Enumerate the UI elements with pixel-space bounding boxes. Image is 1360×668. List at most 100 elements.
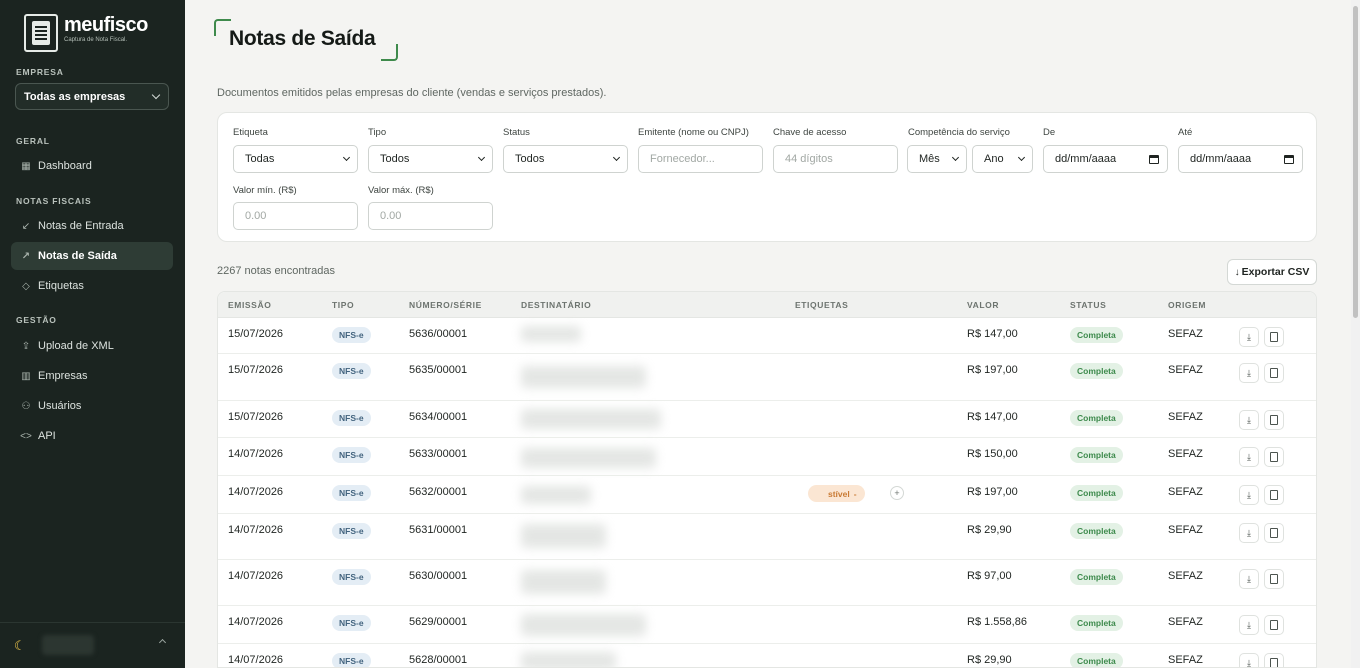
download-arrow-icon: ↓ [1234, 266, 1240, 278]
cell-origem: SEFAZ [1168, 448, 1203, 460]
download-button[interactable]: ⤓ [1239, 653, 1259, 667]
section-label-geral: GERAL [16, 136, 50, 146]
remove-tag-button[interactable]: - [854, 489, 857, 499]
sidebar-item-label: Notas de Entrada [38, 220, 124, 232]
sidebar-item-label: Empresas [38, 370, 88, 382]
sidebar-item-dashboard[interactable]: ▦ Dashboard [11, 152, 173, 180]
download-button[interactable]: ⤓ [1239, 615, 1259, 635]
user-menu[interactable]: ☾ [0, 622, 185, 668]
calendar-icon[interactable] [1284, 154, 1294, 164]
download-button[interactable]: ⤓ [1239, 410, 1259, 430]
document-icon [1270, 528, 1278, 538]
table-row[interactable]: 14/07/2026 NFS-e 5628/00001 R$ 29,90 Com… [218, 644, 1316, 667]
date-from-input[interactable]: dd/mm/aaaa [1043, 145, 1168, 173]
column-header-emissao[interactable]: EMISSÃO [228, 300, 271, 310]
cell-numero: 5632/00001 [409, 486, 468, 498]
table-row[interactable]: 15/07/2026 NFS-e 5635/00001 R$ 197,00 Co… [218, 354, 1316, 401]
select-value: Todas [245, 153, 275, 165]
download-button[interactable]: ⤓ [1239, 363, 1259, 383]
document-icon [1270, 490, 1278, 500]
page-title: Notas de Saída [229, 27, 376, 50]
date-placeholder: dd/mm/aaaa [1055, 153, 1117, 165]
status-badge: Completa [1070, 615, 1123, 631]
view-document-button[interactable] [1264, 410, 1284, 430]
view-document-button[interactable] [1264, 615, 1284, 635]
sidebar-item-upload-xml[interactable]: ⇪ Upload de XML [11, 332, 173, 360]
download-button[interactable]: ⤓ [1239, 523, 1259, 543]
brand-logo[interactable]: meufisco Captura de Nota Fiscal. [24, 14, 148, 52]
filter-status-select[interactable]: Todos [503, 145, 628, 173]
download-button[interactable]: ⤓ [1239, 447, 1259, 467]
sidebar-item-usuarios[interactable]: ⚇ Usuários [11, 392, 173, 420]
sidebar-item-empresas[interactable]: ▥ Empresas [11, 362, 173, 390]
select-value: Todos [380, 153, 410, 165]
export-csv-button[interactable]: ↓ Exportar CSV [1227, 259, 1317, 285]
chevron-up-icon[interactable] [158, 638, 167, 647]
cell-numero: 5629/00001 [409, 616, 468, 628]
view-document-button[interactable] [1264, 569, 1284, 589]
column-header-origem[interactable]: ORIGEM [1168, 300, 1206, 310]
download-button[interactable]: ⤓ [1239, 569, 1259, 589]
export-csv-label: Exportar CSV [1241, 266, 1310, 278]
sidebar-item-notas-entrada[interactable]: ↙ Notas de Entrada [11, 212, 173, 240]
table-row[interactable]: 14/07/2026 NFS-e 5629/00001 R$ 1.558,86 … [218, 606, 1316, 644]
view-document-button[interactable] [1264, 653, 1284, 667]
sidebar-item-label: Etiquetas [38, 280, 84, 292]
emitente-input[interactable]: Fornecedor... [638, 145, 763, 173]
download-button[interactable]: ⤓ [1239, 327, 1259, 347]
column-header-status[interactable]: STATUS [1070, 300, 1106, 310]
destinatario-redacted [521, 570, 606, 594]
table-row[interactable]: 14/07/2026 NFS-e 5633/00001 R$ 150,00 Co… [218, 438, 1316, 476]
download-button[interactable]: ⤓ [1239, 485, 1259, 505]
valor-max-input[interactable]: 0.00 [368, 202, 493, 230]
arrow-up-right-icon: ↗ [21, 250, 31, 262]
chevron-down-icon [1017, 153, 1026, 162]
view-document-button[interactable] [1264, 447, 1284, 467]
avatar [42, 635, 94, 655]
company-label: EMPRESA [16, 67, 64, 77]
table-row[interactable]: 15/07/2026 NFS-e 5636/00001 R$ 147,00 Co… [218, 318, 1316, 354]
view-document-button[interactable] [1264, 523, 1284, 543]
tipo-badge: NFS-e [332, 615, 371, 631]
view-document-button[interactable] [1264, 485, 1284, 505]
moon-icon[interactable]: ☾ [14, 638, 26, 654]
calendar-icon[interactable] [1149, 154, 1159, 164]
table-row[interactable]: 14/07/2026 NFS-e 5631/00001 R$ 29,90 Com… [218, 514, 1316, 560]
destinatario-redacted [521, 448, 656, 468]
page-scrollbar-thumb[interactable] [1353, 6, 1358, 318]
column-header-numero[interactable]: NÚMERO/SÉRIE [409, 300, 482, 310]
date-to-input[interactable]: dd/mm/aaaa [1178, 145, 1303, 173]
cell-origem: SEFAZ [1168, 570, 1203, 582]
status-badge: Completa [1070, 447, 1123, 463]
view-document-button[interactable] [1264, 363, 1284, 383]
sidebar-item-notas-saida[interactable]: ↗ Notas de Saída [11, 242, 173, 270]
chevron-down-icon [951, 153, 960, 162]
chave-acesso-input[interactable]: 44 dígitos [773, 145, 898, 173]
status-badge: Completa [1070, 410, 1123, 426]
cell-valor: R$ 1.558,86 [967, 616, 1027, 628]
view-document-button[interactable] [1264, 327, 1284, 347]
cell-emissao: 14/07/2026 [228, 616, 284, 628]
etiqueta-tag[interactable]: stível - [808, 485, 865, 502]
valor-min-input[interactable]: 0.00 [233, 202, 358, 230]
document-icon [1270, 658, 1278, 667]
filter-etiqueta-select[interactable]: Todas [233, 145, 358, 173]
column-header-valor[interactable]: VALOR [967, 300, 999, 310]
table-row[interactable]: 15/07/2026 NFS-e 5634/00001 R$ 147,00 Co… [218, 401, 1316, 438]
cell-numero: 5630/00001 [409, 570, 468, 582]
company-select[interactable]: Todas as empresas [15, 83, 169, 110]
cell-valor: R$ 29,90 [967, 524, 1012, 536]
table-row[interactable]: 14/07/2026 NFS-e 5630/00001 R$ 97,00 Com… [218, 560, 1316, 606]
competencia-month-select[interactable]: Mês [907, 145, 967, 173]
competencia-year-select[interactable]: Ano [972, 145, 1033, 173]
table-row[interactable]: 14/07/2026 NFS-e 5632/00001 stível - + R… [218, 476, 1316, 514]
filter-tipo-select[interactable]: Todos [368, 145, 493, 173]
cell-origem: SEFAZ [1168, 524, 1203, 536]
column-header-etiquetas: ETIQUETAS [795, 300, 849, 310]
add-tag-button[interactable]: + [890, 486, 904, 500]
column-header-tipo[interactable]: TIPO [332, 300, 354, 310]
destinatario-redacted [521, 614, 646, 636]
sidebar-item-api[interactable]: <> API [11, 422, 173, 450]
sidebar-item-etiquetas[interactable]: ◇ Etiquetas [11, 272, 173, 300]
column-header-destinatario[interactable]: DESTINATÁRIO [521, 300, 591, 310]
